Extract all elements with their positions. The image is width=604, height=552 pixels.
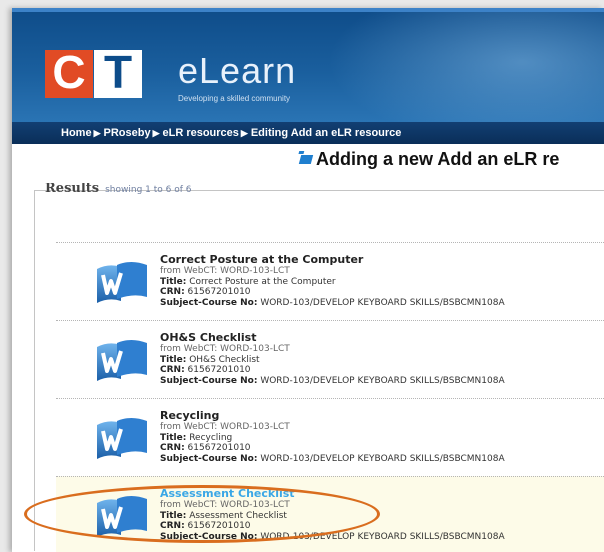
subject-value: WORD-103/DEVELOP KEYBOARD SKILLS/BSBCMN1… <box>260 453 505 464</box>
breadcrumb-separator: ▶ <box>152 128 160 138</box>
title-value: Recycling <box>189 432 233 443</box>
title-label: Title: <box>160 432 187 443</box>
title-label: Title: <box>160 276 187 287</box>
logo-letter-t: T <box>103 46 133 98</box>
crn-label: CRN: <box>160 443 185 454</box>
title-value: Correct Posture at the Computer <box>189 276 336 287</box>
breadcrumb-elr-resources[interactable]: eLR resources <box>162 127 238 139</box>
cit-logo-t[interactable]: T <box>94 46 142 98</box>
result-source: from WebCT: WORD-103-LCT <box>160 344 290 354</box>
breadcrumb-home[interactable]: Home <box>61 127 92 139</box>
breadcrumb-separator: ▶ <box>93 128 101 138</box>
brand-tagline: Developing a skilled community <box>178 94 291 103</box>
breadcrumb-current: Editing Add an eLR resource <box>250 127 402 139</box>
title-value: OH&S Checklist <box>189 354 260 365</box>
result-source: from WebCT: WORD-103-LCT <box>160 266 290 276</box>
crn-label: CRN: <box>160 521 185 532</box>
breadcrumb: Home ▶ PRoseby ▶ eLR resources ▶ Editing Add a… <box>12 122 604 144</box>
result-item-highlighted[interactable]: Assessment Checklist from WebCT: WORD-10… <box>56 476 604 552</box>
crn-value: 61567201010 <box>187 521 251 532</box>
brand-name: eLearn <box>178 50 297 91</box>
crn-label: CRN: <box>160 287 185 298</box>
result-source: from WebCT: WORD-103-LCT <box>160 422 290 432</box>
crn-value: 61567201010 <box>187 287 251 298</box>
cit-logo[interactable]: C <box>45 46 93 98</box>
breadcrumb-user[interactable]: PRoseby <box>103 127 150 139</box>
results-header: Results showing 1 to 6 of 6 <box>45 183 191 197</box>
result-item[interactable]: Correct Posture at the Computer from Web… <box>56 242 604 318</box>
logo-letter-c: C <box>52 46 86 98</box>
breadcrumb-separator: ▶ <box>240 128 248 138</box>
word-document-icon <box>97 340 147 381</box>
subject-value: WORD-103/DEVELOP KEYBOARD SKILLS/BSBCMN1… <box>260 297 505 308</box>
result-title-link[interactable]: OH&S Checklist <box>160 331 505 344</box>
title-label: Title: <box>160 354 187 365</box>
word-document-icon <box>97 496 147 537</box>
result-item[interactable]: OH&S Checklist from WebCT: WORD-103-LCT … <box>56 320 604 396</box>
title-value: Assessment Checklist <box>189 510 287 521</box>
result-title-link[interactable]: Assessment Checklist <box>160 487 505 500</box>
banner-swoosh <box>312 12 604 122</box>
results-count: showing 1 to 6 of 6 <box>105 185 192 195</box>
resource-flag-icon <box>298 155 314 164</box>
subject-label: Subject-Course No: <box>160 453 258 464</box>
subject-label: Subject-Course No: <box>160 297 258 308</box>
crn-label: CRN: <box>160 365 185 376</box>
site-header-banner: C T eLearn Developing a skilled communit… <box>12 12 604 122</box>
result-item[interactable]: Recycling from WebCT: WORD-103-LCT Title… <box>56 398 604 474</box>
crn-value: 61567201010 <box>187 443 251 454</box>
result-title-link[interactable]: Recycling <box>160 409 505 422</box>
crn-value: 61567201010 <box>187 365 251 376</box>
page-title-text: Adding a new Add an eLR re <box>316 149 560 169</box>
subject-label: Subject-Course No: <box>160 531 258 542</box>
page-title: Adding a new Add an eLR re <box>298 149 560 170</box>
word-document-icon <box>97 262 147 303</box>
result-source: from WebCT: WORD-103-LCT <box>160 500 290 510</box>
subject-value: WORD-103/DEVELOP KEYBOARD SKILLS/BSBCMN1… <box>260 531 505 542</box>
subject-label: Subject-Course No: <box>160 375 258 386</box>
subject-value: WORD-103/DEVELOP KEYBOARD SKILLS/BSBCMN1… <box>260 375 505 386</box>
title-label: Title: <box>160 510 187 521</box>
result-title-link[interactable]: Correct Posture at the Computer <box>160 253 505 266</box>
word-document-icon <box>97 418 147 459</box>
results-label: Results <box>45 183 100 196</box>
